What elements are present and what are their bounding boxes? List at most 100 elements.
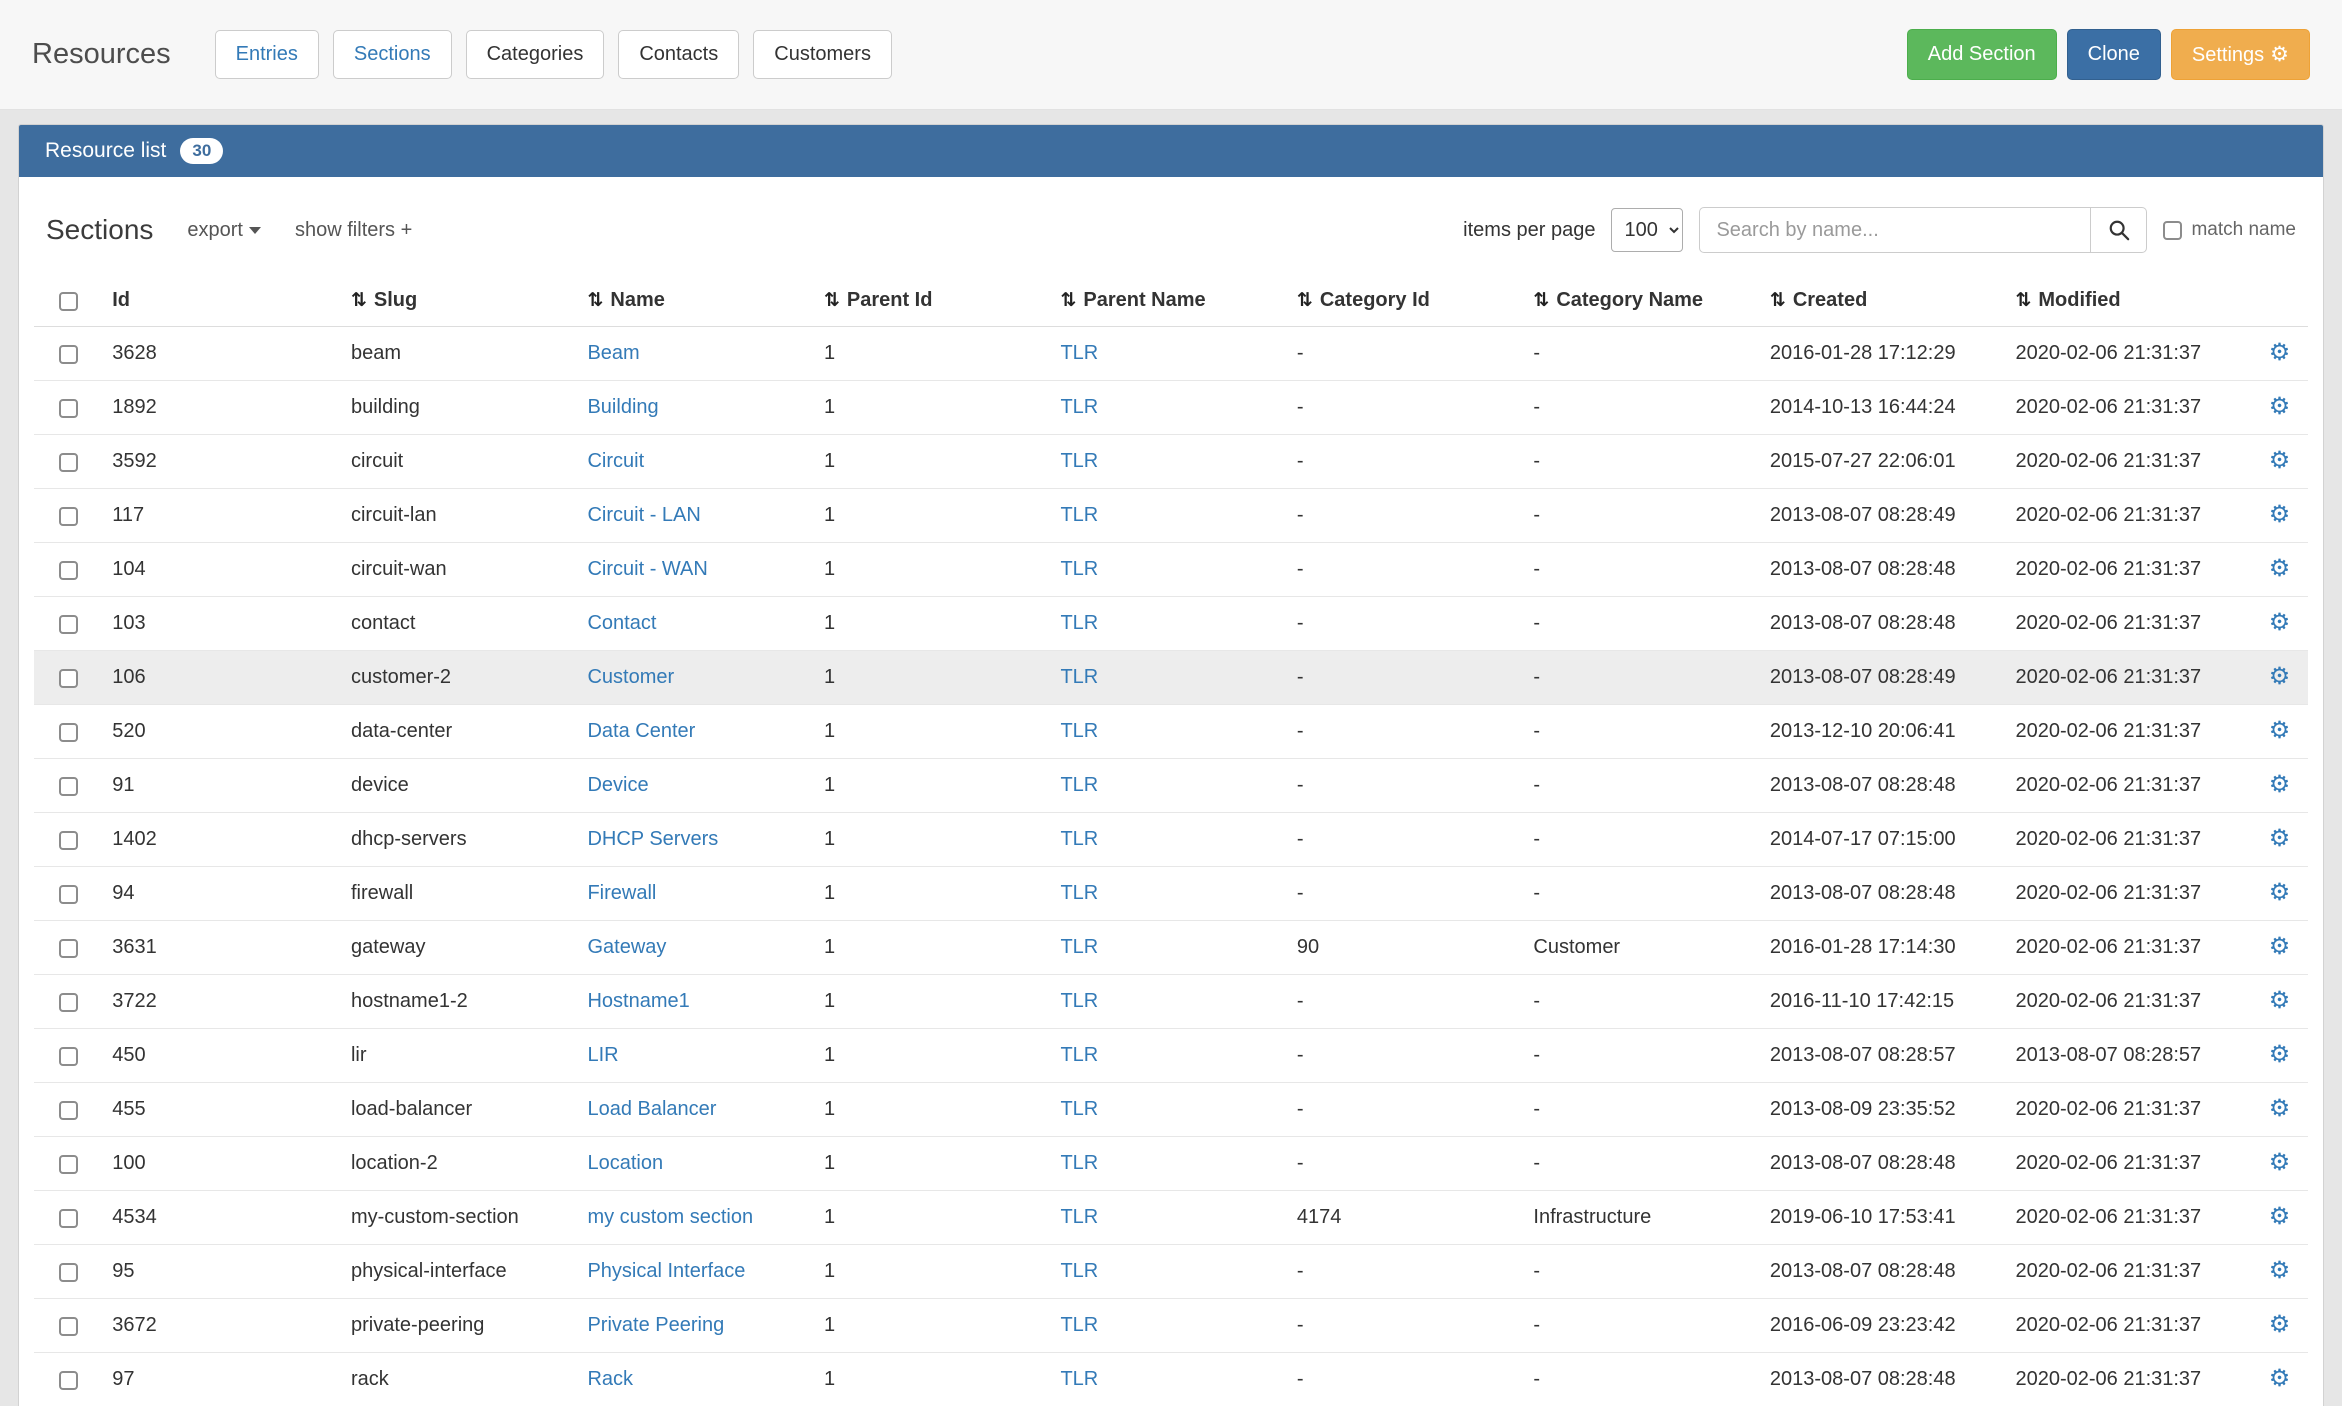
parent-name-link[interactable]: TLR: [1060, 774, 1098, 796]
column-header-name[interactable]: ⇅Name: [577, 273, 813, 327]
name-link[interactable]: Gateway: [587, 936, 666, 958]
row-checkbox[interactable]: [59, 885, 78, 904]
name-link[interactable]: Firewall: [587, 882, 656, 904]
column-header-parent-name[interactable]: ⇅Parent Name: [1050, 273, 1286, 327]
name-link[interactable]: Private Peering: [587, 1314, 724, 1336]
search-input[interactable]: [1699, 207, 2091, 253]
parent-name-link[interactable]: TLR: [1060, 936, 1098, 958]
parent-name-link[interactable]: TLR: [1060, 720, 1098, 742]
name-link[interactable]: Location: [587, 1152, 663, 1174]
parent-name-link[interactable]: TLR: [1060, 882, 1098, 904]
name-link[interactable]: Load Balancer: [587, 1098, 716, 1120]
parent-name-link[interactable]: TLR: [1060, 1260, 1098, 1282]
row-settings-gear-icon[interactable]: ⚙: [2269, 1365, 2291, 1392]
row-checkbox[interactable]: [59, 1155, 78, 1174]
name-link[interactable]: my custom section: [587, 1206, 753, 1228]
nav-button-contacts[interactable]: Contacts: [618, 30, 739, 79]
name-link[interactable]: Circuit - WAN: [587, 558, 707, 580]
parent-name-link[interactable]: TLR: [1060, 828, 1098, 850]
name-link[interactable]: Device: [587, 774, 648, 796]
column-header-parent-id[interactable]: ⇅Parent Id: [814, 273, 1050, 327]
nav-button-categories[interactable]: Categories: [466, 30, 605, 79]
name-link[interactable]: Rack: [587, 1368, 633, 1390]
row-checkbox[interactable]: [59, 1263, 78, 1282]
column-header-slug[interactable]: ⇅Slug: [341, 273, 577, 327]
match-name-checkbox[interactable]: [2163, 221, 2182, 240]
row-checkbox[interactable]: [59, 345, 78, 364]
column-header-created[interactable]: ⇅Created: [1760, 273, 2006, 327]
column-header-modified[interactable]: ⇅Modified: [2005, 273, 2251, 327]
row-checkbox[interactable]: [59, 993, 78, 1012]
row-settings-gear-icon[interactable]: ⚙: [2269, 555, 2291, 582]
search-button[interactable]: [2091, 207, 2147, 253]
row-checkbox[interactable]: [59, 615, 78, 634]
row-checkbox[interactable]: [59, 939, 78, 958]
name-link[interactable]: Circuit: [587, 450, 644, 472]
name-link[interactable]: DHCP Servers: [587, 828, 718, 850]
parent-name-link[interactable]: TLR: [1060, 1314, 1098, 1336]
parent-name-link[interactable]: TLR: [1060, 1152, 1098, 1174]
parent-name-link[interactable]: TLR: [1060, 396, 1098, 418]
row-settings-gear-icon[interactable]: ⚙: [2269, 663, 2291, 690]
row-settings-gear-icon[interactable]: ⚙: [2269, 879, 2291, 906]
row-settings-gear-icon[interactable]: ⚙: [2269, 393, 2291, 420]
parent-name-link[interactable]: TLR: [1060, 612, 1098, 634]
items-per-page-select[interactable]: 100: [1611, 208, 1683, 252]
row-settings-gear-icon[interactable]: ⚙: [2269, 933, 2291, 960]
match-name-option[interactable]: match name: [2163, 219, 2296, 241]
row-settings-gear-icon[interactable]: ⚙: [2269, 501, 2291, 528]
row-settings-gear-icon[interactable]: ⚙: [2269, 1149, 2291, 1176]
name-link[interactable]: Hostname1: [587, 990, 689, 1012]
export-dropdown[interactable]: export: [187, 219, 261, 242]
row-settings-gear-icon[interactable]: ⚙: [2269, 1257, 2291, 1284]
name-link[interactable]: Beam: [587, 342, 639, 364]
nav-button-sections[interactable]: Sections: [333, 30, 452, 79]
row-checkbox[interactable]: [59, 453, 78, 472]
parent-name-link[interactable]: TLR: [1060, 342, 1098, 364]
row-checkbox[interactable]: [59, 669, 78, 688]
row-settings-gear-icon[interactable]: ⚙: [2269, 1311, 2291, 1338]
parent-name-link[interactable]: TLR: [1060, 450, 1098, 472]
row-settings-gear-icon[interactable]: ⚙: [2269, 1203, 2291, 1230]
row-checkbox[interactable]: [59, 723, 78, 742]
row-settings-gear-icon[interactable]: ⚙: [2269, 825, 2291, 852]
nav-button-customers[interactable]: Customers: [753, 30, 892, 79]
name-link[interactable]: LIR: [587, 1044, 618, 1066]
settings-button[interactable]: Settings⚙: [2171, 29, 2310, 80]
name-link[interactable]: Data Center: [587, 720, 695, 742]
row-checkbox[interactable]: [59, 561, 78, 580]
column-header-category-name[interactable]: ⇅Category Name: [1523, 273, 1759, 327]
parent-name-link[interactable]: TLR: [1060, 990, 1098, 1012]
column-header-category-id[interactable]: ⇅Category Id: [1287, 273, 1523, 327]
show-filters-link[interactable]: show filters +: [295, 219, 412, 242]
row-checkbox[interactable]: [59, 507, 78, 526]
parent-name-link[interactable]: TLR: [1060, 504, 1098, 526]
parent-name-link[interactable]: TLR: [1060, 1368, 1098, 1390]
select-all-checkbox[interactable]: [59, 292, 78, 311]
name-link[interactable]: Physical Interface: [587, 1260, 745, 1282]
row-checkbox[interactable]: [59, 1101, 78, 1120]
row-checkbox[interactable]: [59, 1371, 78, 1390]
name-link[interactable]: Contact: [587, 612, 656, 634]
row-settings-gear-icon[interactable]: ⚙: [2269, 339, 2291, 366]
nav-button-entries[interactable]: Entries: [215, 30, 319, 79]
name-link[interactable]: Customer: [587, 666, 674, 688]
row-checkbox[interactable]: [59, 1047, 78, 1066]
name-link[interactable]: Circuit - LAN: [587, 504, 700, 526]
name-link[interactable]: Building: [587, 396, 658, 418]
parent-name-link[interactable]: TLR: [1060, 1206, 1098, 1228]
row-checkbox[interactable]: [59, 831, 78, 850]
row-checkbox[interactable]: [59, 399, 78, 418]
row-checkbox[interactable]: [59, 1317, 78, 1336]
row-settings-gear-icon[interactable]: ⚙: [2269, 1041, 2291, 1068]
row-settings-gear-icon[interactable]: ⚙: [2269, 609, 2291, 636]
row-settings-gear-icon[interactable]: ⚙: [2269, 447, 2291, 474]
row-settings-gear-icon[interactable]: ⚙: [2269, 1095, 2291, 1122]
parent-name-link[interactable]: TLR: [1060, 666, 1098, 688]
row-settings-gear-icon[interactable]: ⚙: [2269, 717, 2291, 744]
row-settings-gear-icon[interactable]: ⚙: [2269, 987, 2291, 1014]
parent-name-link[interactable]: TLR: [1060, 1098, 1098, 1120]
row-settings-gear-icon[interactable]: ⚙: [2269, 771, 2291, 798]
parent-name-link[interactable]: TLR: [1060, 558, 1098, 580]
row-checkbox[interactable]: [59, 777, 78, 796]
